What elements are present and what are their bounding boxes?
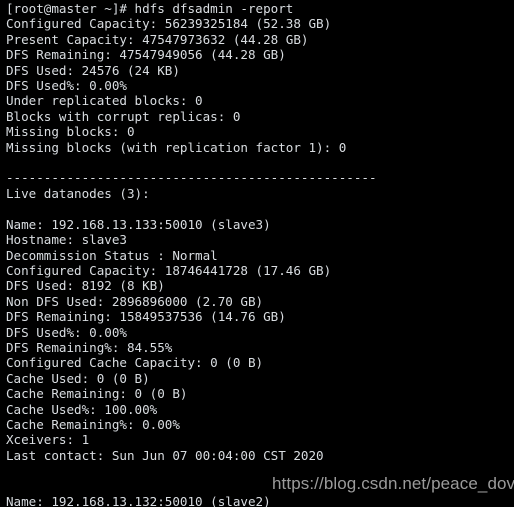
terminal-line: Cache Remaining%: 0.00% <box>6 416 180 432</box>
terminal-line: DFS Remaining%: 84.55% <box>6 339 173 355</box>
terminal-line: ----------------------------------------… <box>6 170 377 186</box>
terminal-line: DFS Remaining: 47547949056 (44.28 GB) <box>6 47 286 63</box>
terminal-prompt-line: [root@master ~]# hdfs dfsadmin -report <box>6 1 294 16</box>
terminal-line: Live datanodes (3): <box>6 185 150 201</box>
terminal-line: Name: 192.168.13.133:50010 (slave3) <box>6 216 271 232</box>
terminal-line: DFS Used%: 0.00% <box>6 78 127 94</box>
terminal-line: Configured Capacity: 56239325184 (52.38 … <box>6 16 332 32</box>
watermark-text: https://blog.csdn.net/peace_dove <box>272 474 514 493</box>
terminal-line: DFS Used%: 0.00% <box>6 324 127 340</box>
terminal-line: Xceivers: 1 <box>6 432 90 448</box>
terminal-line: Blocks with corrupt replicas: 0 <box>6 108 241 124</box>
terminal-line: Missing blocks (with replication factor … <box>6 139 347 155</box>
terminal-line: Configured Capacity: 18746441728 (17.46 … <box>6 262 332 278</box>
terminal-line: Non DFS Used: 2896896000 (2.70 GB) <box>6 293 264 309</box>
terminal-line: Cache Used%: 100.00% <box>6 401 158 417</box>
terminal-line: DFS Remaining: 15849537536 (14.76 GB) <box>6 309 286 325</box>
terminal-line: Hostname: slave3 <box>6 232 127 248</box>
terminal-line: Cache Used: 0 (0 B) <box>6 370 150 386</box>
terminal-line: Cache Remaining: 0 (0 B) <box>6 386 188 402</box>
terminal-line: Decommission Status : Normal <box>6 247 218 263</box>
terminal-line: DFS Used: 24576 (24 KB) <box>6 62 180 78</box>
terminal-line: Missing blocks: 0 <box>6 124 135 140</box>
terminal-line: Under replicated blocks: 0 <box>6 93 203 109</box>
terminal-line: Name: 192.168.13.132:50010 (slave2) <box>6 494 271 507</box>
terminal-line: Present Capacity: 47547973632 (44.28 GB) <box>6 31 309 47</box>
terminal-line: Configured Cache Capacity: 0 (0 B) <box>6 355 264 371</box>
terminal-window[interactable]: [root@master ~]# hdfs dfsadmin -report Co… <box>0 0 514 507</box>
terminal-line: DFS Used: 8192 (8 KB) <box>6 278 165 294</box>
terminal-line: Last contact: Sun Jun 07 00:04:00 CST 20… <box>6 447 324 463</box>
terminal-output: [root@master ~]# hdfs dfsadmin -report Co… <box>6 1 514 507</box>
